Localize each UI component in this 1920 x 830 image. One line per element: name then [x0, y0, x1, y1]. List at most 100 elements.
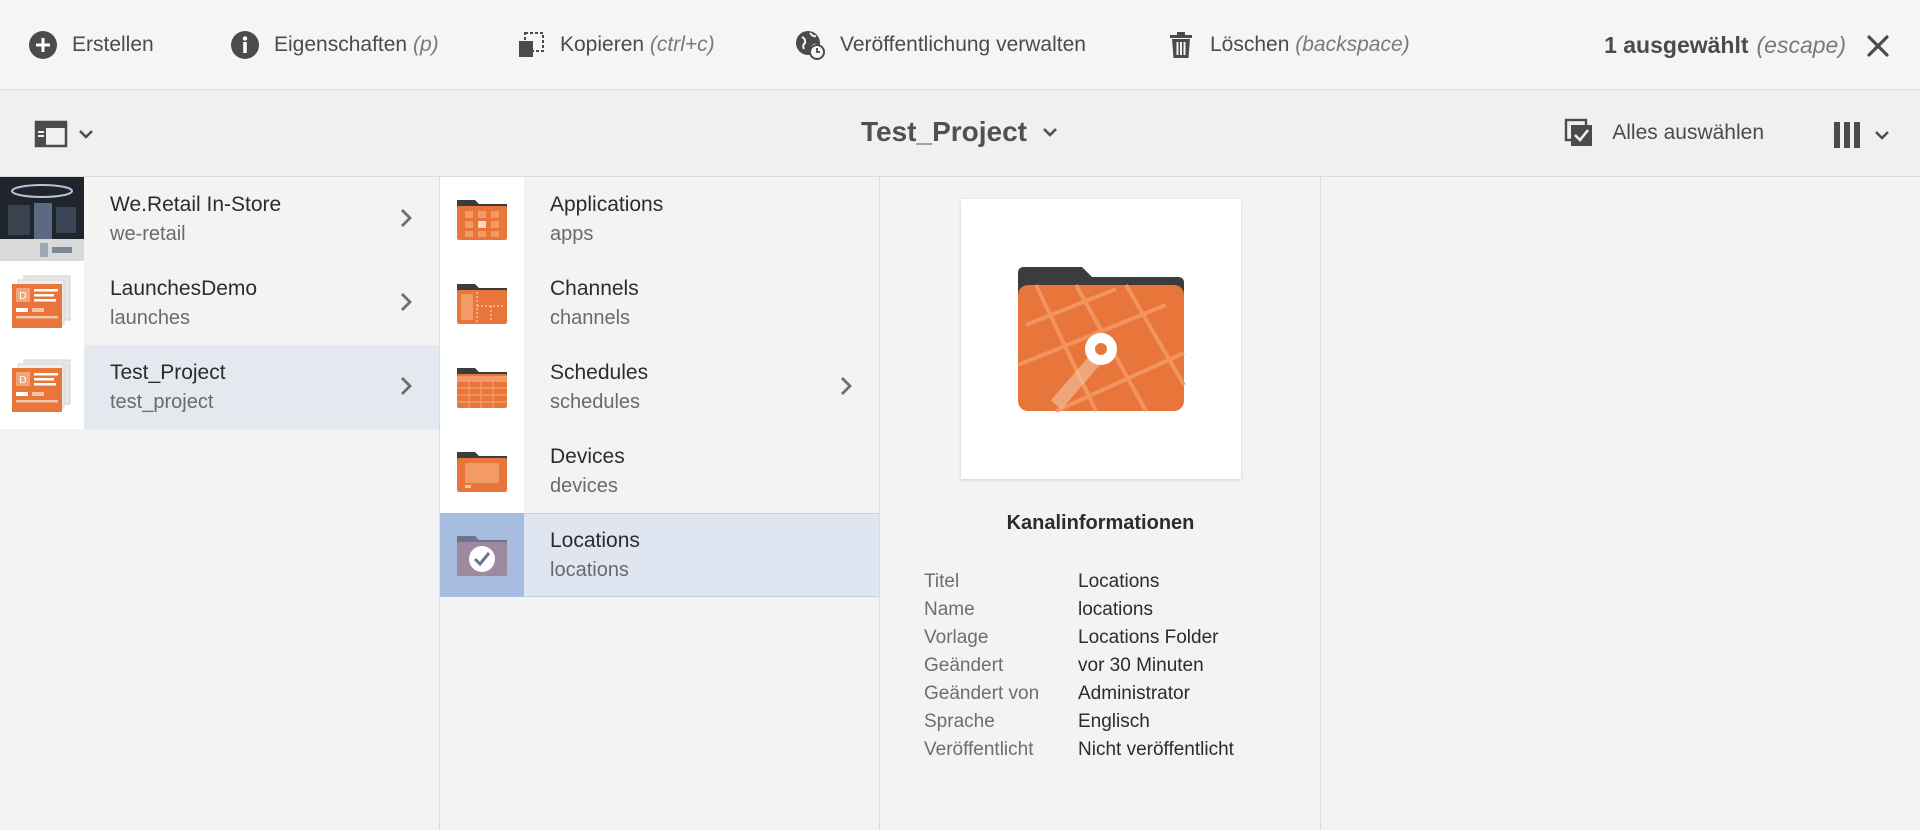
metadata-value: vor 30 Minuten [1078, 655, 1204, 676]
channels-folder-icon [457, 284, 507, 324]
list-item[interactable]: We.Retail In-Store we-retail [0, 177, 439, 261]
metadata-value: Nicht veröffentlicht [1078, 739, 1234, 760]
preview-panel: Kanalinformationen Titel Locations Name … [880, 177, 1321, 830]
chevron-down-icon [1043, 128, 1057, 137]
metadata-row: Vorlage Locations Folder [924, 624, 1234, 652]
folder-thumbnail [440, 261, 524, 345]
list-item-title: Channels [550, 276, 639, 300]
action-bar: Erstellen Eigenschaften (p) Kopieren (ct… [0, 0, 1920, 90]
copy-shortcut: (ctrl+c) [649, 33, 715, 56]
metadata-key: Geändert [924, 655, 1004, 676]
list-item[interactable]: Devices devices [440, 429, 879, 513]
chevron-right-icon[interactable] [839, 375, 853, 397]
info-icon [231, 31, 259, 59]
list-item-subtitle: schedules [550, 390, 641, 413]
selection-count: 1 ausgewählt (escape) [1604, 0, 1846, 90]
project-card-icon: D [12, 359, 71, 412]
applications-folder-icon [457, 200, 507, 240]
empty-column [1321, 177, 1920, 830]
selection-shortcut: (escape) [1756, 31, 1846, 58]
metadata-list: Titel Locations Name locations Vorlage L… [924, 568, 1234, 764]
copy-label: Kopieren [560, 33, 645, 56]
properties-shortcut: (p) [412, 33, 439, 56]
select-all-label: Alles auswählen [1612, 121, 1764, 144]
select-all-checkbox-icon [1565, 118, 1593, 146]
locations-folder-icon [1017, 267, 1186, 413]
list-item-subtitle: locations [550, 558, 629, 581]
chevron-right-icon[interactable] [399, 207, 413, 229]
metadata-row: Name locations [924, 596, 1234, 624]
schedules-folder-icon [457, 368, 507, 408]
view-switcher[interactable] [1832, 120, 1890, 150]
plus-circle-icon [29, 31, 57, 59]
list-item-active[interactable]: D Test_Project test_project [0, 345, 439, 429]
metadata-key: Titel [924, 571, 960, 592]
list-item-selected[interactable]: Locations locations [440, 513, 879, 597]
close-icon[interactable] [1864, 32, 1892, 60]
column-view-icon [1834, 122, 1860, 148]
list-item[interactable]: Channels channels [440, 261, 879, 345]
folder-thumbnail [440, 429, 524, 513]
metadata-row: Titel Locations [924, 568, 1234, 596]
metadata-value: Locations Folder [1078, 627, 1219, 648]
folder-thumbnail [440, 345, 524, 429]
list-item-title: Devices [550, 444, 625, 468]
metadata-value: Administrator [1078, 683, 1190, 704]
properties-button[interactable]: Eigenschaften (p) [230, 0, 439, 90]
photo-thumbnail [0, 177, 84, 261]
list-item-title: Applications [550, 192, 664, 216]
chevron-right-icon[interactable] [399, 291, 413, 313]
store-photo-icon [0, 177, 84, 261]
selection-count-label: 1 ausgewählt [1604, 31, 1749, 58]
create-button[interactable]: Erstellen [28, 0, 154, 90]
list-item-subtitle: we-retail [110, 222, 186, 245]
metadata-value: Englisch [1078, 711, 1150, 732]
svg-text:D: D [19, 291, 27, 302]
delete-button[interactable]: Löschen (backspace) [1166, 0, 1410, 90]
globe-clock-icon [796, 31, 825, 60]
delete-shortcut: (backspace) [1295, 33, 1410, 56]
page-title-dropdown[interactable]: Test_Project [861, 116, 1059, 148]
copy-icon [519, 32, 544, 57]
list-item-subtitle: test_project [110, 390, 214, 413]
manage-publication-button[interactable]: Veröffentlichung verwalten [794, 0, 1086, 90]
project-thumbnail: D [0, 345, 84, 429]
svg-text:D: D [19, 375, 27, 386]
metadata-key: Vorlage [924, 627, 989, 648]
list-item[interactable]: Schedules schedules [440, 345, 879, 429]
chevron-right-icon[interactable] [399, 375, 413, 397]
column-projects: We.Retail In-Store we-retail D LaunchesD… [0, 177, 440, 830]
preview-thumbnail [961, 199, 1241, 479]
title-bar: Test_Project Alles auswählen [0, 90, 1920, 177]
project-card-icon: D [12, 275, 71, 328]
metadata-value: locations [1078, 599, 1153, 620]
manage-publication-label: Veröffentlichung verwalten [840, 33, 1086, 56]
trash-icon [1170, 32, 1192, 58]
locations-folder-selected-icon [457, 536, 507, 576]
copy-button[interactable]: Kopieren (ctrl+c) [516, 0, 715, 90]
list-item-title: Locations [550, 528, 640, 552]
folder-thumbnail [440, 177, 524, 261]
properties-label: Eigenschaften [274, 33, 408, 56]
project-thumbnail: D [0, 261, 84, 345]
metadata-key: Name [924, 599, 975, 620]
chevron-down-icon [1875, 131, 1889, 140]
list-item-subtitle: launches [110, 306, 191, 329]
list-item-subtitle: apps [550, 222, 594, 245]
metadata-row: Geändert von Administrator [924, 680, 1234, 708]
metadata-key: Geändert von [924, 683, 1040, 704]
metadata-row: Sprache Englisch [924, 708, 1234, 736]
list-item[interactable]: D LaunchesDemo launches [0, 261, 439, 345]
create-label: Erstellen [72, 33, 154, 56]
list-item-subtitle: devices [550, 474, 618, 497]
metadata-key: Veröffentlicht [924, 739, 1034, 760]
select-all-button[interactable]: Alles auswählen [1564, 118, 1764, 148]
list-item-title: We.Retail In-Store [110, 192, 282, 216]
column-folders: Applications apps Channels channels Sche… [440, 177, 880, 830]
delete-label: Löschen [1210, 33, 1290, 56]
preview-heading: Kanalinformationen [1006, 512, 1195, 534]
metadata-value: Locations [1078, 571, 1160, 592]
list-item-title: LaunchesDemo [110, 276, 258, 300]
metadata-row: Geändert vor 30 Minuten [924, 652, 1234, 680]
list-item[interactable]: Applications apps [440, 177, 879, 261]
